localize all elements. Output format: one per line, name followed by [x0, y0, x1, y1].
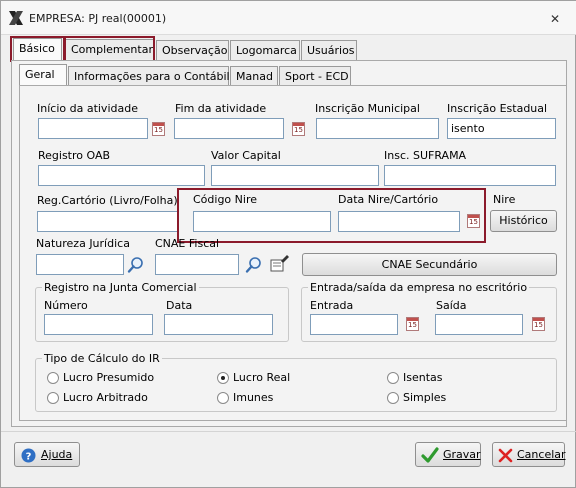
insc-suframa-input[interactable]: [384, 165, 556, 186]
ajuda-button[interactable]: ? Ajuda: [14, 442, 80, 467]
tab-basico[interactable]: Básico: [13, 38, 62, 60]
cancelar-button[interactable]: Cancelar: [492, 442, 566, 467]
inscricao-municipal-label: Inscrição Municipal: [315, 102, 420, 115]
natureza-juridica-label: Natureza Jurídica: [36, 237, 130, 250]
reg-cartorio-input[interactable]: [37, 211, 178, 232]
tab-label: Logomarca: [236, 44, 297, 57]
data-nire-input[interactable]: [338, 211, 460, 232]
insc-suframa-label: Insc. SUFRAMA: [384, 149, 467, 162]
saida-label: Saída: [436, 299, 467, 312]
cnae-secundario-button[interactable]: CNAE Secundário: [302, 253, 557, 276]
cancelar-label: Cancelar: [517, 448, 566, 461]
tab-label: Geral: [25, 68, 55, 81]
radio-lucro-arbitrado[interactable]: [47, 392, 59, 404]
help-icon: ?: [21, 448, 36, 463]
calendar-icon[interactable]: 15: [406, 317, 419, 331]
data-label: Data: [166, 299, 193, 312]
tab-label: Sport - ECD: [285, 70, 349, 83]
calendar-icon[interactable]: 15: [292, 122, 305, 136]
inscricao-municipal-input[interactable]: [316, 118, 439, 139]
calendar-icon[interactable]: 15: [467, 214, 480, 228]
tab-label: Observação: [162, 44, 228, 57]
subtab-sped-ecd[interactable]: Sport - ECD: [279, 66, 351, 86]
inscricao-estadual-label: Inscrição Estadual: [447, 102, 548, 115]
reg-cartorio-label: Reg.Cartório (Livro/Folha): [37, 194, 178, 207]
empresa-window: EMPRESA: PJ real(00001) ✕ Básico Complem…: [0, 0, 576, 488]
entrada-label: Entrada: [310, 299, 354, 312]
radio-lucro-presumido[interactable]: [47, 372, 59, 384]
search-icon[interactable]: [245, 256, 263, 274]
natureza-juridica-input[interactable]: [36, 254, 124, 275]
data-input[interactable]: [164, 314, 273, 335]
gravar-label: Gravar: [443, 448, 481, 461]
radio-label: Isentas: [403, 371, 443, 384]
edit-list-icon[interactable]: [269, 255, 289, 273]
tab-label: Usuários: [307, 44, 355, 57]
gravar-button[interactable]: Gravar: [415, 442, 481, 467]
valor-capital-input[interactable]: [211, 165, 379, 186]
ajuda-label: Ajuda: [41, 448, 73, 461]
subtab-info-contabil[interactable]: Informações para o Contábil: [68, 66, 230, 86]
radio-lucro-real[interactable]: [217, 372, 229, 384]
close-icon[interactable]: ✕: [550, 13, 562, 25]
title-bar: EMPRESA: PJ real(00001) ✕: [1, 1, 576, 35]
codigo-nire-label: Código Nire: [193, 193, 257, 206]
subtab-manad[interactable]: Manad: [230, 66, 278, 86]
window-title: EMPRESA: PJ real(00001): [29, 12, 167, 25]
calendar-icon-text: 15: [534, 321, 543, 329]
entrada-saida-title: Entrada/saída da empresa no escritório: [308, 281, 530, 294]
calendar-icon[interactable]: 15: [152, 122, 165, 136]
data-nire-label: Data Nire/Cartório: [338, 193, 439, 206]
saida-input[interactable]: [435, 314, 523, 335]
registro-oab-label: Registro OAB: [38, 149, 111, 162]
fim-atividade-input[interactable]: [174, 118, 284, 139]
registro-oab-input[interactable]: [38, 165, 205, 186]
registro-junta-title: Registro na Junta Comercial: [42, 281, 199, 294]
codigo-nire-input[interactable]: [193, 211, 331, 232]
app-logo-icon: [9, 11, 23, 25]
historico-button[interactable]: Histórico: [490, 210, 557, 232]
numero-input[interactable]: [44, 314, 153, 335]
bottom-divider: [1, 431, 576, 432]
calendar-icon-text: 15: [469, 218, 478, 226]
tab-label: Informações para o Contábil: [74, 70, 230, 83]
cnae-fiscal-input[interactable]: [155, 254, 239, 275]
search-icon[interactable]: [127, 256, 145, 274]
tab-logomarca[interactable]: Logomarca: [230, 40, 300, 60]
fim-atividade-label: Fim da atividade: [175, 102, 267, 115]
numero-label: Número: [44, 299, 88, 312]
inicio-atividade-label: Início da atividade: [37, 102, 138, 115]
nire-label: Nire: [493, 193, 516, 206]
tab-usuarios[interactable]: Usuários: [301, 40, 357, 60]
svg-text:?: ?: [26, 452, 32, 463]
tab-label: Complementar: [71, 43, 153, 56]
tipo-calculo-title: Tipo de Cálculo do IR: [42, 352, 162, 365]
tab-label: Manad: [236, 70, 273, 83]
subtab-geral[interactable]: Geral: [19, 64, 67, 86]
calendar-icon[interactable]: 15: [532, 317, 545, 331]
calendar-icon-text: 15: [154, 126, 163, 134]
tab-observacao[interactable]: Observação: [156, 40, 229, 60]
calendar-icon-text: 15: [408, 321, 417, 329]
radio-simples[interactable]: [387, 392, 399, 404]
radio-imunes[interactable]: [217, 392, 229, 404]
tab-label: Básico: [19, 42, 55, 55]
radio-label: Simples: [403, 391, 447, 404]
radio-label: Lucro Presumido: [63, 371, 155, 384]
radio-label: Lucro Real: [233, 371, 291, 384]
radio-label: Imunes: [233, 391, 274, 404]
calendar-icon-text: 15: [294, 126, 303, 134]
check-icon: [421, 447, 439, 463]
valor-capital-label: Valor Capital: [211, 149, 281, 162]
radio-isentas[interactable]: [387, 372, 399, 384]
inicio-atividade-input[interactable]: [38, 118, 148, 139]
tab-complementar[interactable]: Complementar: [65, 39, 155, 59]
radio-label: Lucro Arbitrado: [63, 391, 148, 404]
cancel-x-icon: [498, 448, 513, 463]
inscricao-estadual-input[interactable]: isento: [447, 118, 556, 139]
cnae-fiscal-label: CNAE Fiscal: [155, 237, 220, 250]
entrada-input[interactable]: [310, 314, 398, 335]
